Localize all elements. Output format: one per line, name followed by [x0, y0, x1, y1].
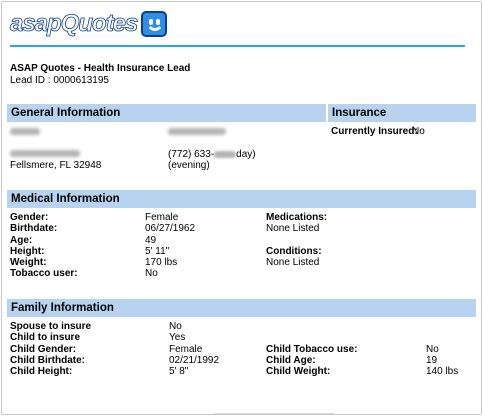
family-info-header: Family Information: [7, 299, 476, 317]
footer-divider: [214, 413, 334, 414]
conditions-value: None Listed: [266, 257, 320, 268]
currently-insured-label: Currently Insured:: [331, 126, 418, 137]
redacted-name: [10, 128, 40, 135]
family-value: 140 lbs: [426, 366, 459, 377]
logo-wordmark: asapQuotes: [10, 10, 139, 37]
family-value: 5' 8": [169, 366, 189, 377]
redacted-phone: [214, 150, 237, 158]
medical-label: Tobacco user:: [10, 268, 78, 279]
medical-info-header: Medical Information: [7, 190, 476, 208]
phone-evening: (evening): [168, 160, 210, 171]
page-title: ASAP Quotes - Health Insurance Lead: [10, 63, 191, 74]
family-value: Yes: [169, 332, 186, 343]
general-info-header: General Information: [7, 104, 326, 122]
family-label: Child Height:: [10, 366, 73, 377]
medical-label: Birthdate:: [10, 223, 58, 234]
medications-value: None Listed: [266, 223, 320, 234]
medical-value: 06/27/1962: [145, 223, 196, 234]
city-state-zip: Fellsmere, FL 32948: [10, 160, 102, 171]
medical-value: No: [145, 268, 158, 279]
redacted-address: [10, 150, 80, 157]
insurance-header: Insurance: [328, 104, 476, 122]
smiley-face-icon: [141, 11, 168, 37]
asapquotes-logo: asapQuotes: [10, 10, 168, 38]
lead-id: Lead ID : 0000613195: [10, 75, 109, 86]
family-label: Child to insure: [10, 332, 80, 343]
header-divider: [10, 45, 465, 47]
redacted-email: [168, 128, 226, 135]
family-label: Child Weight:: [266, 366, 331, 377]
currently-insured-value: No: [412, 126, 425, 137]
